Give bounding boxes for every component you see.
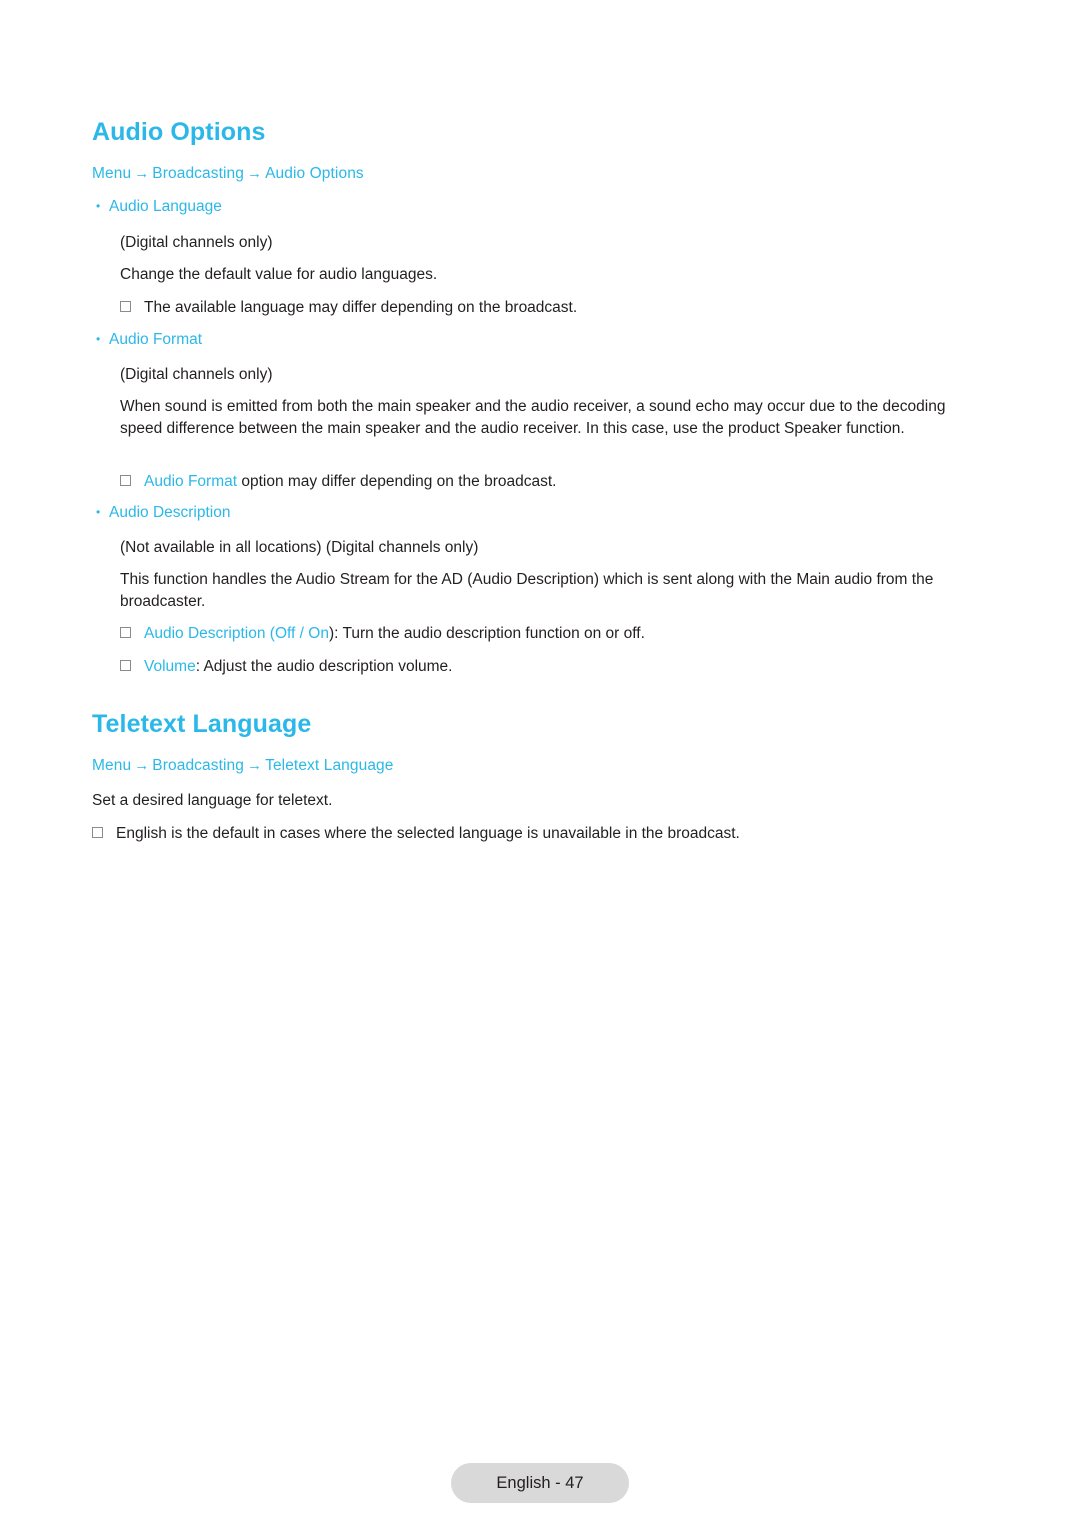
- audio-language-note: The available language may differ depend…: [120, 297, 950, 319]
- arrow-icon: →: [246, 757, 263, 774]
- note-box-icon: [120, 627, 131, 638]
- note-link-audio-description: Audio Description: [144, 625, 266, 642]
- breadcrumb-teletext-language: Menu → Broadcasting → Teletext Language: [92, 757, 393, 775]
- page-footer: English - 47: [451, 1463, 629, 1503]
- audio-description-note-toggle: Audio Description (Off / On): Turn the a…: [120, 623, 950, 645]
- document-page: Audio Options Menu → Broadcasting → Audio Op…: [0, 0, 1080, 1534]
- note-box-icon: [120, 660, 131, 671]
- teletext-note: English is the default in cases where th…: [92, 823, 972, 845]
- note-paren-open: (: [265, 625, 275, 642]
- audio-description-note-volume: Volume: Adjust the audio description vol…: [120, 656, 950, 678]
- breadcrumb-item-audio-options: Audio Options: [265, 165, 364, 182]
- list-item-audio-language: • Audio Language: [96, 198, 222, 216]
- list-item-label: Audio Description: [109, 504, 231, 521]
- note-box-icon: [92, 827, 103, 838]
- note-box-icon: [120, 301, 131, 312]
- page-title-audio-options: Audio Options: [92, 118, 266, 146]
- audio-format-note: Audio Format option may differ depending…: [120, 471, 950, 493]
- note-text-rest: option may differ depending on the broad…: [237, 473, 557, 490]
- list-item-label: Audio Format: [109, 331, 203, 348]
- note-option-off: Off: [274, 625, 296, 642]
- list-item-label: Audio Language: [109, 198, 222, 215]
- note-box-icon: [120, 475, 131, 486]
- note-text: English is the default in cases where th…: [116, 825, 740, 842]
- note-option-separator: /: [295, 625, 309, 642]
- breadcrumb-item-menu: Menu: [92, 757, 132, 774]
- note-link-audio-format: Audio Format: [144, 473, 238, 490]
- teletext-description: Set a desired language for teletext.: [92, 792, 333, 809]
- arrow-icon: →: [246, 165, 263, 182]
- note-text: Volume: Adjust the audio description vol…: [144, 656, 452, 678]
- note-text: Audio Format option may differ depending…: [144, 471, 556, 493]
- note-text: The available language may differ depend…: [144, 299, 578, 316]
- page-number-label: English - 47: [496, 1473, 584, 1492]
- list-item-audio-format: • Audio Format: [96, 331, 202, 349]
- note-text-rest: : Adjust the audio description volume.: [195, 658, 453, 675]
- breadcrumb-item-menu: Menu: [92, 165, 132, 182]
- note-option-on: On: [308, 625, 329, 642]
- audio-language-digital-note: (Digital channels only): [120, 234, 273, 251]
- audio-language-description: Change the default value for audio langu…: [120, 266, 438, 283]
- note-text-rest: ): Turn the audio description function o…: [328, 625, 645, 642]
- page-title-teletext-language: Teletext Language: [92, 710, 312, 738]
- audio-format-description: When sound is emitted from both the main…: [120, 398, 946, 438]
- audio-description-description: This function handles the Audio Stream f…: [120, 571, 934, 611]
- breadcrumb-item-broadcasting: Broadcasting: [152, 757, 244, 774]
- audio-description-availability: (Not available in all locations) (Digita…: [120, 539, 479, 556]
- arrow-icon: →: [134, 165, 150, 182]
- note-text: Audio Description (Off / On): Turn the a…: [144, 623, 645, 645]
- list-item-audio-description: • Audio Description: [96, 504, 230, 522]
- breadcrumb-item-broadcasting: Broadcasting: [152, 165, 244, 182]
- bullet-icon: •: [96, 199, 101, 213]
- note-link-volume: Volume: [144, 658, 196, 675]
- breadcrumb-audio-options: Menu → Broadcasting → Audio Options: [92, 165, 364, 183]
- breadcrumb-item-teletext-language: Teletext Language: [265, 757, 394, 774]
- arrow-icon: →: [134, 757, 150, 774]
- bullet-icon: •: [96, 332, 101, 346]
- audio-format-digital-note: (Digital channels only): [120, 366, 273, 383]
- bullet-icon: •: [96, 505, 101, 519]
